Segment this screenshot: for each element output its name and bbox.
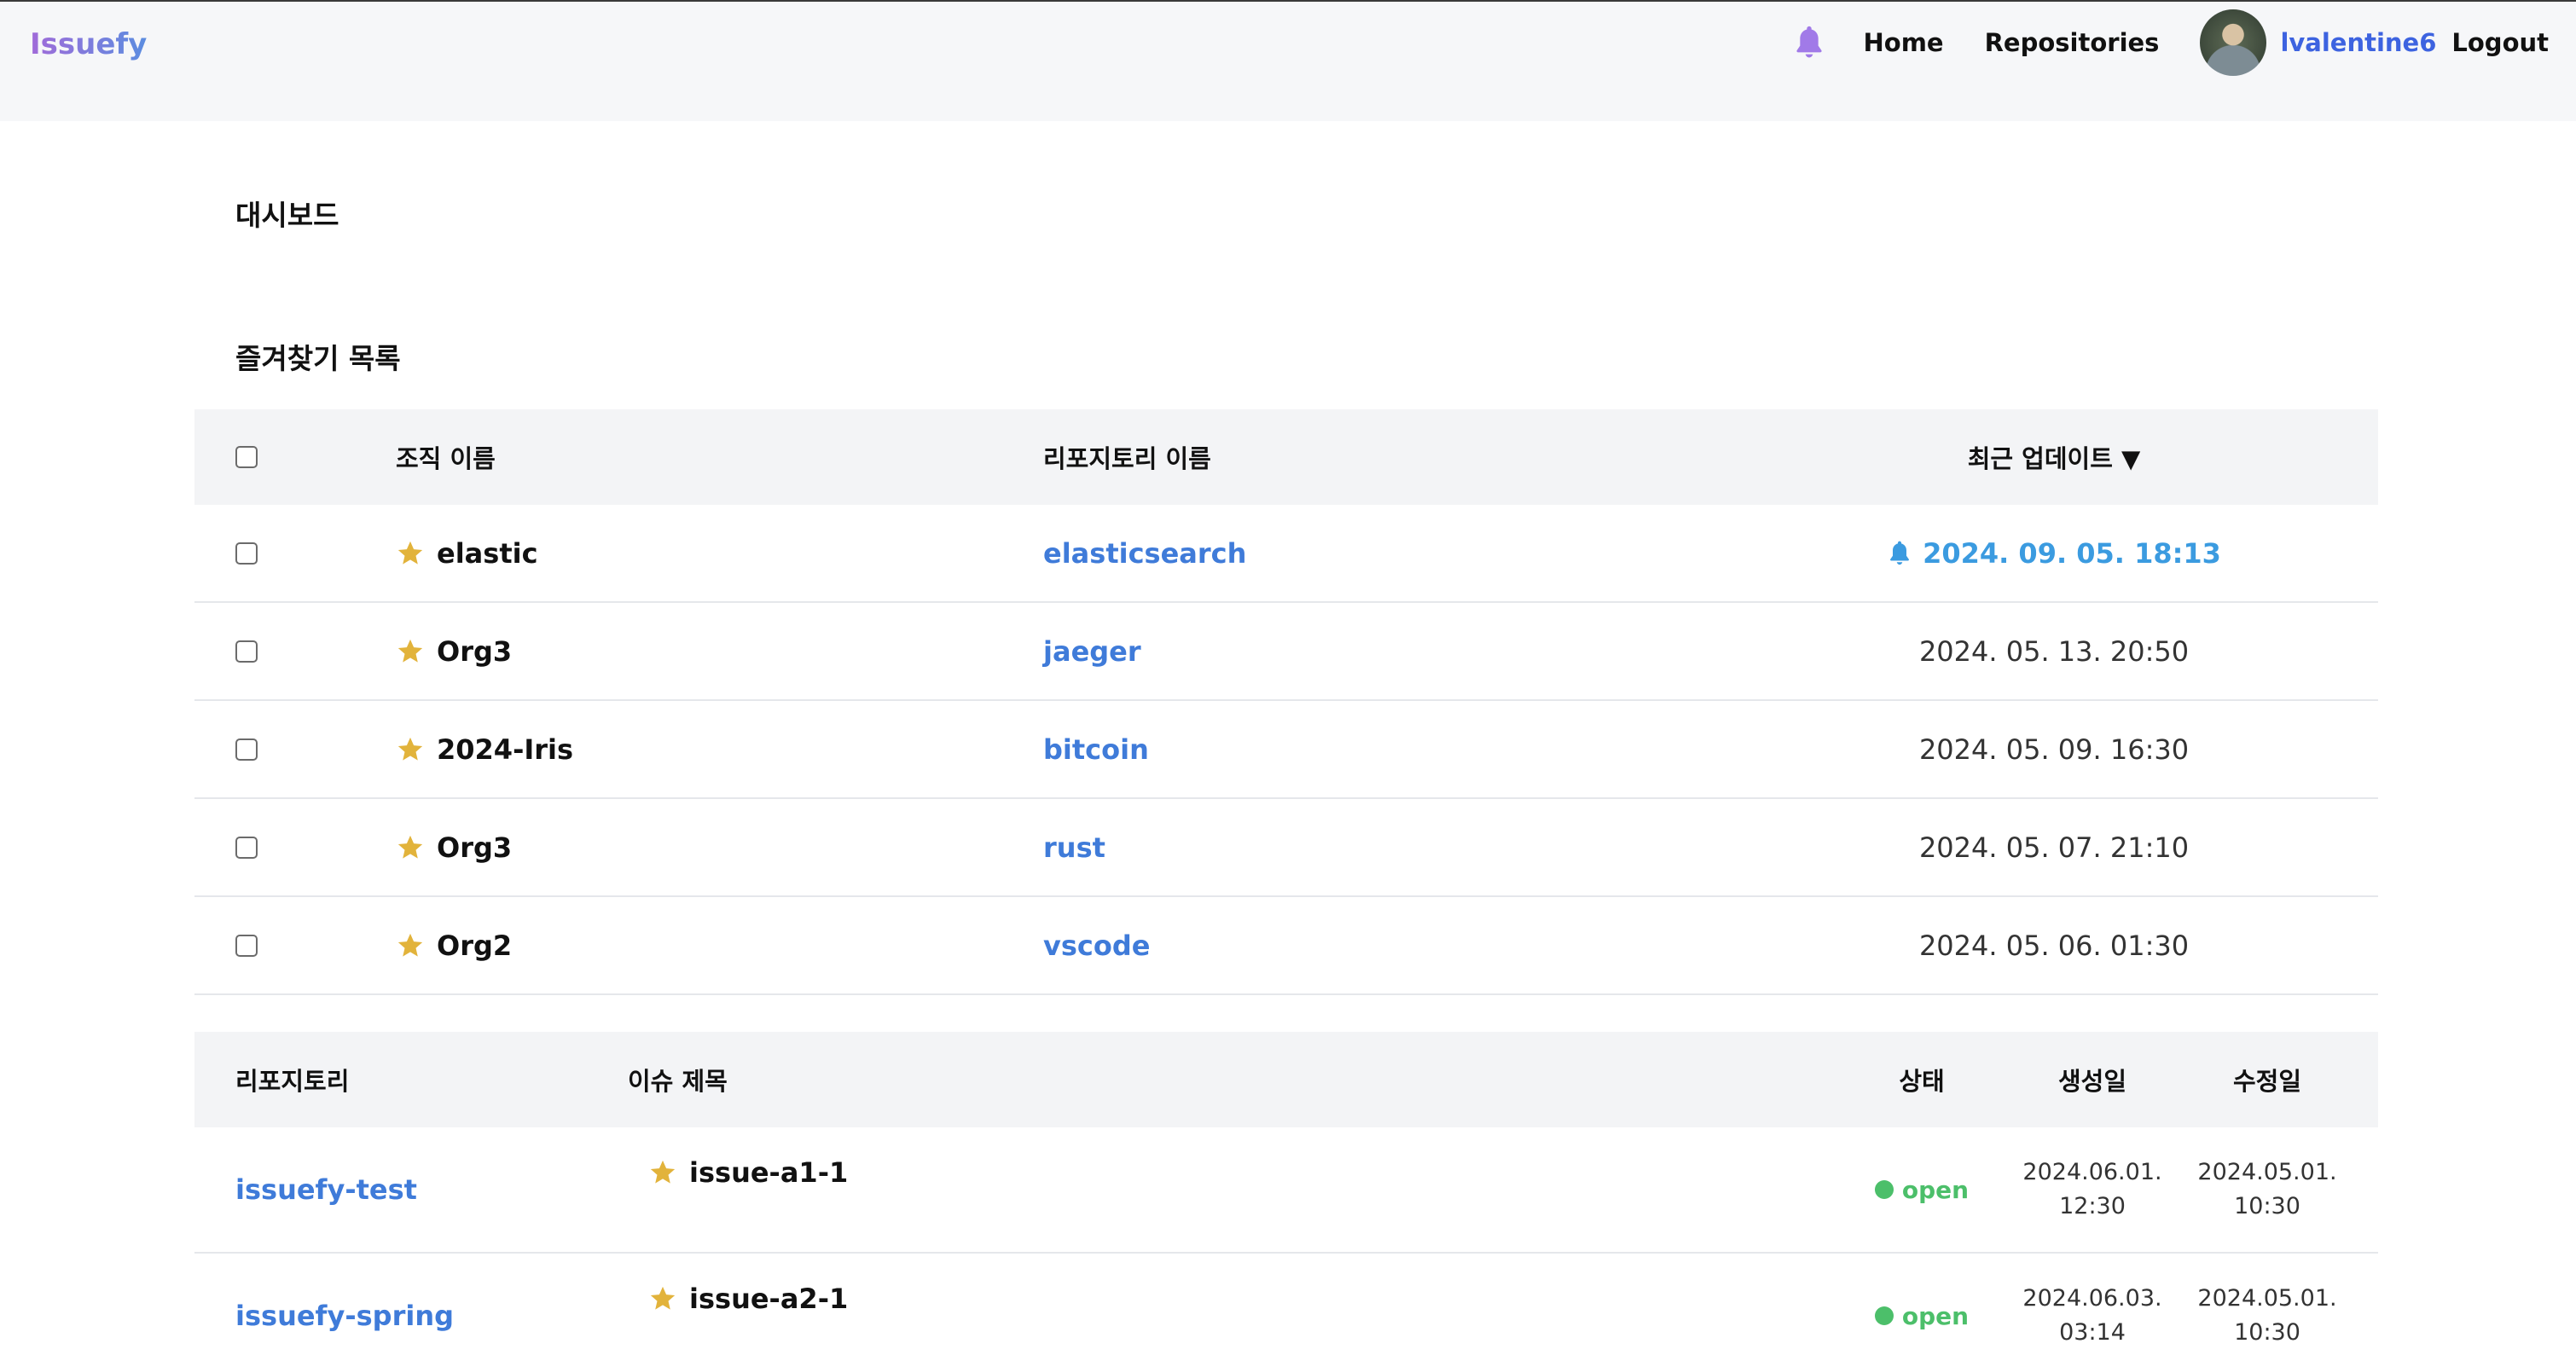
org-name: Org3 [437,634,513,668]
favorites-title: 즐겨찾기 목록 [235,342,401,375]
issue-title[interactable]: issue-a2-1 [689,1283,848,1315]
status-text: open [1901,1301,1970,1330]
sort-by-updated-button[interactable]: 최근 업데이트 ▼ [1968,439,2141,475]
nav-repositories-link[interactable]: Repositories [1985,28,2160,57]
table-row: 2024-Iris bitcoin 2024. 05. 09. 16:30 [194,701,2378,799]
table-row: elastic elasticsearch 2024. 09. 05. 18:1… [194,505,2378,603]
issue-title[interactable]: issue-a1-1 [689,1156,848,1189]
column-header-status: 상태 [1899,1067,1945,1096]
logout-button[interactable]: Logout [2451,28,2549,57]
page-title: 대시보드 [235,199,339,232]
table-row: Org3 jaeger 2024. 05. 13. 20:50 [194,603,2378,701]
updated-date: 2024. 09. 05. 18:13 [1923,536,2221,570]
star-icon[interactable] [648,1284,677,1313]
created-date: 2024.06.01. 12:30 [2022,1159,2162,1219]
avatar[interactable] [2200,9,2267,76]
updated-date: 2024. 05. 09. 16:30 [1918,733,2190,766]
star-icon[interactable] [396,539,425,568]
column-header-org: 조직 이름 [396,444,496,473]
row-checkbox[interactable] [235,640,258,663]
table-row: Org3 rust 2024. 05. 07. 21:10 [194,799,2378,897]
updated-date: 2024. 05. 06. 01:30 [1918,929,2190,962]
table-row: issuefy-spring issue-a2-1 open 2024.06.0… [194,1254,2378,1361]
row-checkbox[interactable] [235,738,258,761]
row-checkbox[interactable] [235,836,258,859]
star-icon[interactable] [396,931,425,960]
updated-date: 2024. 05. 13. 20:50 [1918,634,2190,668]
row-checkbox[interactable] [235,934,258,957]
status-text: open [1901,1175,1970,1204]
navbar: Issuefy Home Repositories lvalentine6 Lo… [0,2,2576,121]
org-name: Org3 [437,831,513,864]
repo-link[interactable]: vscode [1043,930,1150,962]
username-link[interactable]: lvalentine6 [2280,28,2436,57]
org-name: Org2 [437,929,513,962]
table-row: issuefy-test issue-a1-1 open 2024.06.01.… [194,1127,2378,1254]
repo-link[interactable]: elasticsearch [1043,537,1246,570]
star-icon[interactable] [396,833,425,862]
nav-home-link[interactable]: Home [1864,28,1944,57]
status-dot-icon [1874,1306,1894,1325]
favorites-table: 조직 이름 리포지토리 이름 최근 업데이트 ▼ elastic elastic… [194,409,2378,995]
column-header-created: 생성일 [2057,1067,2127,1096]
updated-date: 2024. 05. 07. 21:10 [1918,831,2190,864]
updated-date: 2024.05.01. 10:30 [2197,1285,2337,1346]
star-icon[interactable] [648,1158,677,1187]
star-icon[interactable] [396,735,425,764]
nav-right: Home Repositories lvalentine6 Logout [1792,9,2549,77]
column-header-repo: 리포지토리 이름 [1043,444,1211,473]
repo-link[interactable]: bitcoin [1043,733,1149,766]
issues-table-header: 리포지토리 이슈 제목 상태 생성일 수정일 [194,1032,2378,1127]
row-checkbox[interactable] [235,542,258,565]
status-badge: open [1874,1301,1970,1330]
created-date: 2024.06.03. 03:14 [2022,1285,2162,1346]
favorites-table-header: 조직 이름 리포지토리 이름 최근 업데이트 ▼ [194,409,2378,505]
select-all-checkbox[interactable] [235,446,258,468]
org-name: elastic [437,536,538,570]
column-header-issue-title: 이슈 제목 [628,1067,728,1096]
column-header-repository: 리포지토리 [235,1067,350,1096]
repo-link[interactable]: rust [1043,831,1105,864]
status-dot-icon [1874,1180,1894,1199]
org-name: 2024-Iris [437,733,574,766]
bell-icon [1887,539,1912,568]
column-header-updated: 수정일 [2232,1067,2302,1096]
status-badge: open [1874,1175,1970,1204]
updated-date: 2024.05.01. 10:30 [2197,1159,2337,1219]
issues-table: 리포지토리 이슈 제목 상태 생성일 수정일 issuefy-test issu… [194,1032,2378,1361]
repo-link[interactable]: jaeger [1043,635,1141,668]
brand-logo[interactable]: Issuefy [30,20,147,68]
table-row: Org2 vscode 2024. 05. 06. 01:30 [194,897,2378,995]
issue-repo-link[interactable]: issuefy-test [235,1173,417,1206]
issue-repo-link[interactable]: issuefy-spring [235,1300,454,1332]
bell-icon[interactable] [1792,24,1826,61]
star-icon[interactable] [396,637,425,666]
